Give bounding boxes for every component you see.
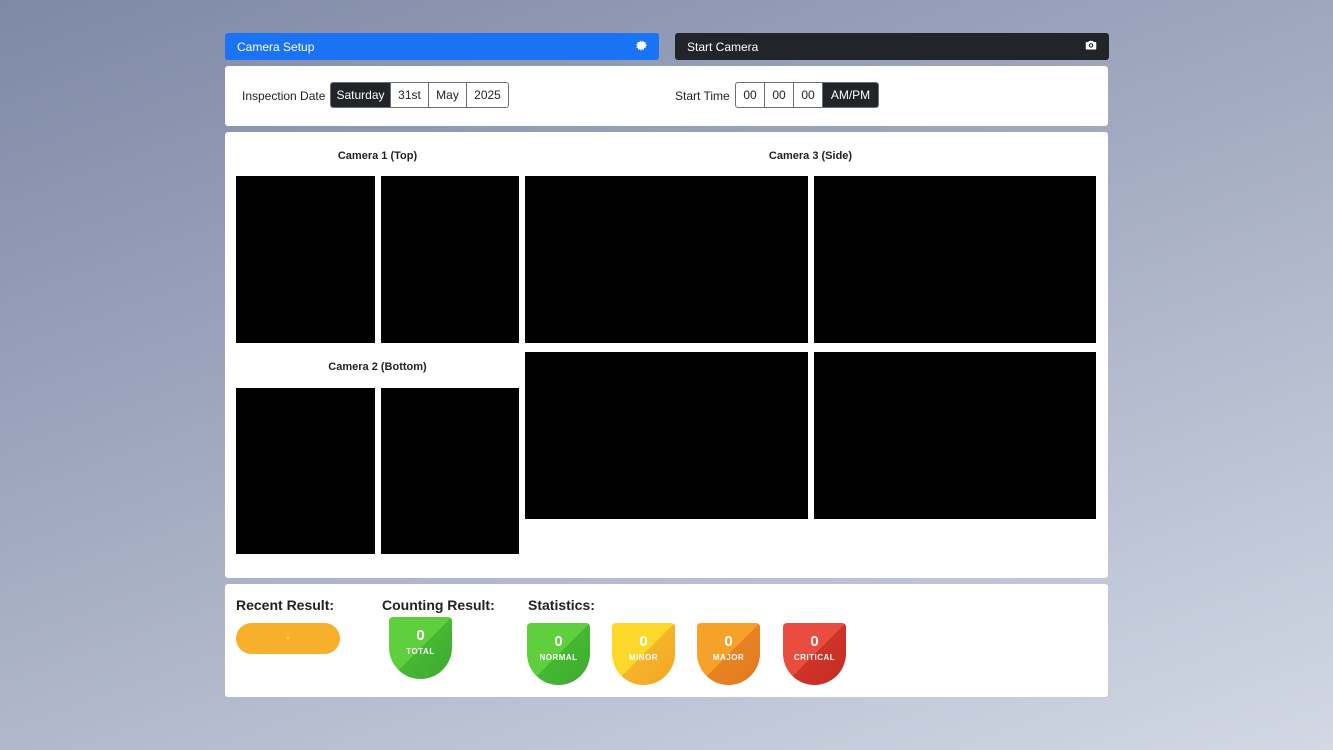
counting-result-title: Counting Result: xyxy=(382,597,495,613)
camera-2-title: Camera 2 (Bottom) xyxy=(328,361,427,373)
camera-3-feed-top-left xyxy=(525,176,808,343)
camera-feeds-panel: Camera 1 (Top) Camera 2 (Bottom) Camera … xyxy=(225,132,1108,578)
hour-field[interactable]: 00 xyxy=(736,83,765,107)
start-time-label: Start Time xyxy=(675,89,730,103)
stat-major-label: MAJOR xyxy=(712,653,745,662)
statistics-title: Statistics: xyxy=(528,597,595,613)
stat-critical-badge: 0 CRITICAL xyxy=(783,623,846,685)
date-field[interactable]: 31st xyxy=(391,83,429,107)
day-field[interactable]: Saturday xyxy=(331,83,391,107)
ampm-field[interactable]: AM/PM xyxy=(823,83,878,107)
minute-field[interactable]: 00 xyxy=(765,83,794,107)
camera-3-feed-bottom-left xyxy=(525,352,808,519)
start-camera-button[interactable]: Start Camera xyxy=(675,33,1109,60)
camera-icon xyxy=(1085,39,1097,54)
year-field[interactable]: 2025 xyxy=(467,83,508,107)
recent-result-pill: - xyxy=(236,623,340,654)
stat-major-value: 0 xyxy=(724,633,733,650)
stat-minor-badge: 0 MINOR xyxy=(612,623,675,685)
month-field[interactable]: May xyxy=(429,83,467,107)
results-panel: Recent Result: - Counting Result: 0 TOTA… xyxy=(225,584,1108,697)
stat-critical-value: 0 xyxy=(810,633,819,650)
gear-icon xyxy=(635,39,647,54)
stat-major-badge: 0 MAJOR xyxy=(697,623,760,685)
total-value: 0 xyxy=(416,627,425,644)
camera-2-feed-left xyxy=(236,388,375,554)
inspection-date-label: Inspection Date xyxy=(242,89,326,103)
total-label: TOTAL xyxy=(406,647,435,656)
start-time-group: 00 00 00 AM/PM xyxy=(735,82,879,108)
camera-1-title: Camera 1 (Top) xyxy=(337,150,418,162)
stat-minor-label: MINOR xyxy=(628,653,659,662)
camera-3-feed-top-right xyxy=(814,176,1096,343)
camera-2-feed-right xyxy=(381,388,519,554)
recent-result-title: Recent Result: xyxy=(236,597,335,613)
camera-1-feed-right xyxy=(381,176,519,343)
camera-1-feed-left xyxy=(236,176,375,343)
second-field[interactable]: 00 xyxy=(794,83,823,107)
start-camera-label: Start Camera xyxy=(687,39,759,54)
stat-minor-value: 0 xyxy=(639,633,648,650)
inspection-panel: Inspection Date Saturday 31st May 2025 S… xyxy=(225,66,1108,126)
inspection-date-group: Saturday 31st May 2025 xyxy=(330,82,509,108)
total-badge: 0 TOTAL xyxy=(389,617,452,679)
camera-3-title: Camera 3 (Side) xyxy=(768,150,853,162)
stat-normal-value: 0 xyxy=(554,633,563,650)
camera-setup-label: Camera Setup xyxy=(237,39,315,54)
camera-3-feed-bottom-right xyxy=(814,352,1096,519)
stat-normal-badge: 0 NORMAL xyxy=(527,623,590,685)
stat-critical-label: CRITICAL xyxy=(793,653,836,662)
camera-setup-button[interactable]: Camera Setup xyxy=(225,33,659,60)
stat-normal-label: NORMAL xyxy=(539,653,578,662)
